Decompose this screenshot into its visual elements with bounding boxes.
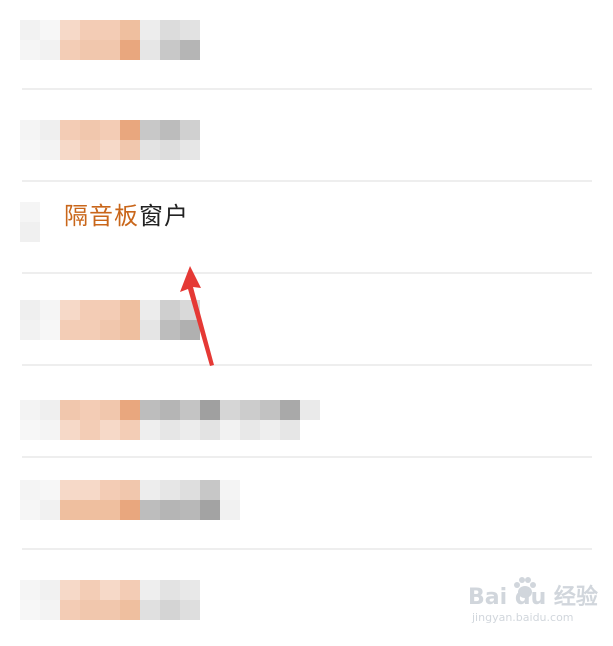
divider	[22, 88, 592, 90]
list-item-blurred-5[interactable]	[0, 460, 613, 552]
divider	[22, 364, 592, 366]
item-text-rest: 窗户	[139, 202, 189, 230]
annotation-arrow-icon	[180, 266, 214, 366]
list-item-blurred-3[interactable]	[0, 276, 613, 368]
watermark-url: jingyan.baidu.com	[472, 611, 574, 624]
divider	[22, 272, 592, 274]
list-item-blurred-1[interactable]	[0, 0, 613, 92]
suggestion-list: 隔音板窗户	[0, 0, 613, 646]
list-item-blurred-2[interactable]	[0, 92, 613, 184]
divider	[22, 456, 592, 458]
watermark-brand: Bai du 经验	[468, 585, 598, 610]
keyword-highlight: 隔音板	[64, 202, 139, 230]
watermark: Bai du 经验 jingyan.baidu.com	[468, 575, 598, 631]
highlighted-item-text: 隔音板窗户	[64, 200, 189, 232]
divider	[22, 180, 592, 182]
list-item-blurred-4[interactable]	[0, 368, 613, 460]
divider	[22, 548, 592, 550]
